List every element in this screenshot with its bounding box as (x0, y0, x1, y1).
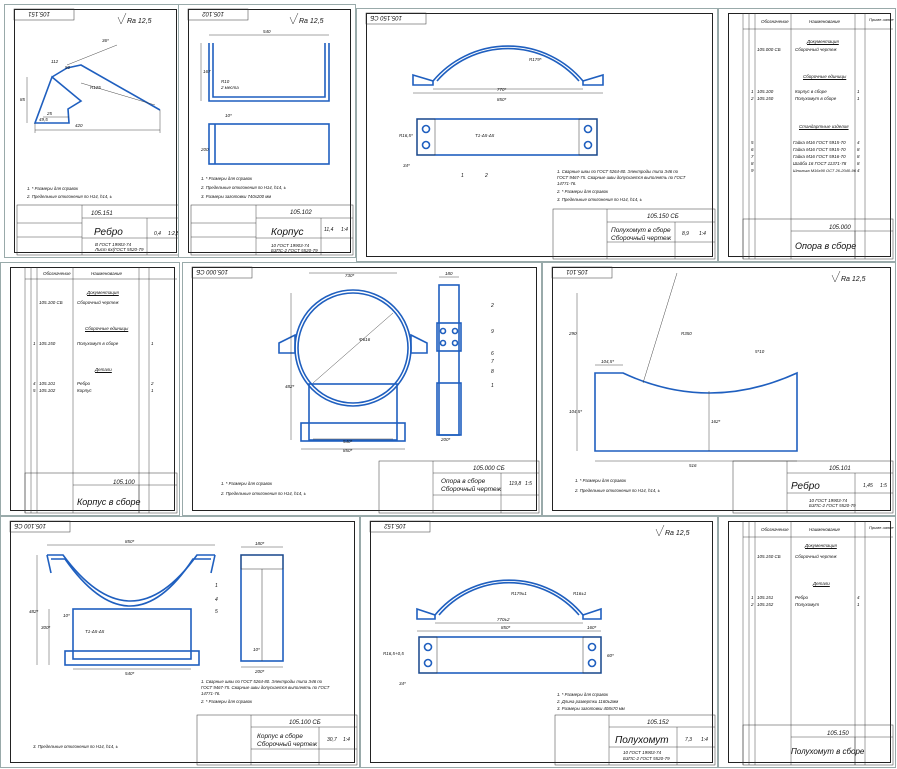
sheet-poluhomut-sb: 105.150 СБ 770* 850* R179* R16,5* 34* Т1… (356, 8, 718, 262)
sheet-opora-sb: 105.000 СБ 730* Ф616 482* 540* 850* 180 … (182, 262, 542, 516)
title-block-grid (552, 208, 716, 260)
title-block-grid (24, 472, 178, 514)
title-block-grid (190, 204, 354, 256)
title-block-grid (16, 204, 180, 256)
title-block-grid (196, 714, 358, 766)
sheet-rebro-101: 105.101 Ra 12,5 290 104,5* R350 5*10 104… (542, 262, 896, 516)
title-block-grid (732, 460, 894, 514)
title-block-grid (554, 714, 716, 766)
sheet-korpus-spec: Обозначение Наименование Документация 10… (0, 262, 180, 516)
title-block-grid (742, 724, 894, 766)
sheet-korpus-102: 105.102 Ra 12,5 540 167 R10 2 места 10* … (178, 4, 356, 258)
title-block-grid (378, 460, 540, 514)
sheet-opora-spec: Обозначение Наименование Приме-чание Док… (718, 8, 896, 262)
sheet-korpus-sb: 105.100 СБ 850* 482* 300* 10* 540* Т1-Δ5… (0, 516, 360, 768)
title-block-grid (742, 218, 894, 260)
sheet-poluhomut-spec: Обозначение Наименование Приме-чание Док… (718, 516, 896, 768)
sheet-poluhomut-152: 105.152 Ra 12,5 770±2 850* R179±1 R16±1 … (360, 516, 718, 768)
sheet-rebro-151: 105.151 Ra 12,5 420 25 49,5 85 112 50 36… (4, 4, 182, 258)
